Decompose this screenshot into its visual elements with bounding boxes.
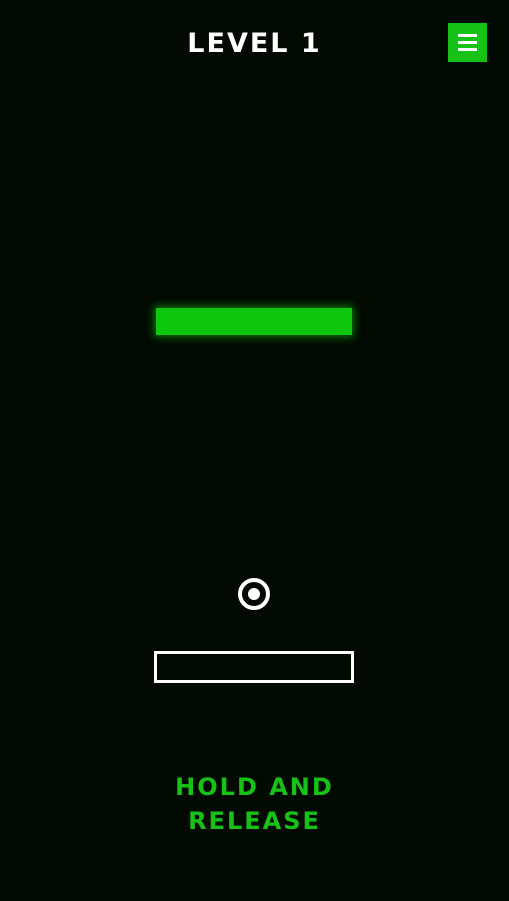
ring-ball [238, 578, 270, 610]
instruction-text: HOLD AND RELEASE [0, 770, 509, 838]
instruction-line-2: RELEASE [188, 807, 321, 835]
instruction-line-1: HOLD AND [175, 773, 334, 801]
ball-core [248, 588, 260, 600]
launch-pad[interactable] [154, 651, 354, 683]
game-stage[interactable]: LEVEL 1 HOLD AND RELEASE [0, 0, 509, 901]
menu-button[interactable] [448, 23, 487, 62]
level-title: LEVEL 1 [187, 28, 322, 59]
hamburger-menu-icon [458, 33, 477, 52]
target-bar [156, 308, 352, 335]
